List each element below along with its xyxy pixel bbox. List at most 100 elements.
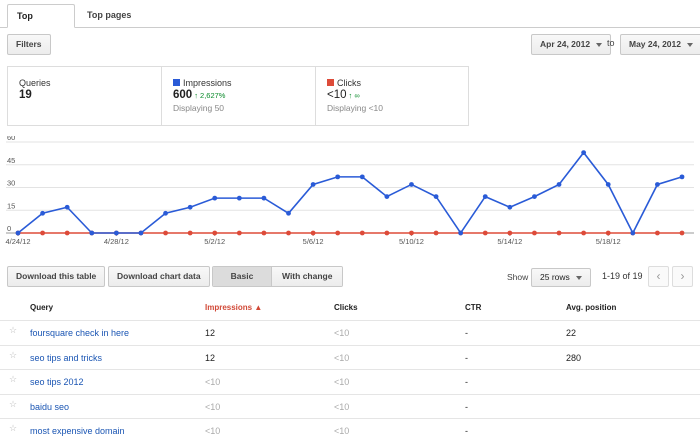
cell-impressions: 12 (205, 328, 216, 338)
filters-button[interactable]: Filters (7, 34, 51, 55)
stat-value: <10 (327, 89, 347, 101)
cell-clicks: <10 (334, 426, 350, 436)
table-header: Query Impressions ▲ Clicks CTR Avg. posi… (0, 296, 700, 320)
tab-top-queries[interactable]: Top queries (7, 4, 75, 43)
query-link[interactable]: seo tips and tricks (30, 353, 102, 363)
query-link[interactable]: seo tips 2012 (30, 377, 84, 387)
basic-view-button[interactable]: Basic (213, 267, 271, 286)
data-point-clicks (359, 230, 365, 236)
cell-impressions: <10 (205, 401, 221, 412)
impressions-legend-swatch (173, 79, 180, 86)
col-avg-position[interactable]: Avg. position (566, 303, 616, 312)
prev-page-icon[interactable]: ‹ (648, 266, 669, 287)
data-point-impressions (163, 210, 168, 216)
chevron-down-icon (596, 42, 603, 47)
query-link[interactable]: most expensive domain (30, 426, 125, 436)
cell-avg-position: 280 (566, 352, 582, 363)
pagination-range: 1-19 of 19 (602, 271, 643, 281)
star-icon[interactable]: ☆ (9, 350, 17, 361)
download-table-button[interactable]: Download this table (7, 266, 106, 287)
data-point-clicks (507, 230, 513, 236)
download-chart-button[interactable]: Download chart data (108, 266, 210, 287)
x-tick-label: 5/2/12 (204, 237, 225, 246)
data-point-clicks (261, 230, 267, 236)
data-point-impressions (581, 150, 587, 156)
col-clicks[interactable]: Clicks (334, 303, 358, 312)
data-point-clicks (64, 230, 70, 236)
data-point-impressions (679, 174, 685, 180)
data-point-clicks (40, 230, 45, 236)
tab-top-pages[interactable]: Top pages (78, 4, 140, 28)
performance-chart: 60 45 30 15 0 4/24/12 4/28/12 5/2/12 5/6/12 5/10/… (0, 136, 700, 248)
query-link[interactable]: baidu seo (30, 402, 69, 412)
date-from-value: Apr 24, 2012 (540, 39, 591, 49)
tab-bar: Top queries Top pages (0, 0, 700, 43)
chart-svg: 60 45 30 15 0 4/24/12 4/28/12 5/2/12 5/6/12 5/10/… (5, 136, 694, 246)
star-icon[interactable]: ☆ (9, 399, 17, 410)
y-tick-label: 15 (7, 201, 15, 210)
data-point-impressions (64, 204, 70, 210)
data-point-impressions (359, 174, 365, 180)
data-point-impressions (384, 194, 390, 199)
data-point-clicks (433, 230, 439, 236)
y-tick-label: 30 (7, 179, 15, 188)
data-point-clicks (482, 230, 488, 236)
table-row: ☆ most expensive domain <10 <10 - (0, 418, 700, 442)
table-row: ☆ seo tips 2012 <10 <10 - (0, 369, 700, 394)
data-point-impressions (605, 182, 611, 187)
data-point-clicks (655, 230, 660, 236)
x-tick-label: 5/10/12 (399, 237, 424, 246)
data-point-clicks (335, 230, 341, 236)
next-page-icon[interactable]: › (672, 266, 693, 287)
data-point-impressions (15, 230, 21, 236)
data-point-clicks (679, 230, 685, 236)
stat-clicks[interactable]: Clicks <10 ↑ ∞ Displaying <10 (316, 67, 470, 125)
data-point-clicks (605, 230, 611, 236)
data-point-impressions (458, 230, 464, 236)
cell-ctr: - (465, 352, 468, 363)
star-icon[interactable]: ☆ (9, 325, 17, 336)
date-to-select[interactable]: May 24, 2012 (620, 34, 700, 55)
star-icon[interactable]: ☆ (9, 374, 17, 385)
data-point-clicks (384, 230, 390, 236)
x-tick-label: 5/6/12 (303, 237, 324, 246)
stat-impressions[interactable]: Impressions 600 ↑ 2,627% Displaying 50 (162, 67, 316, 125)
stat-value: 19 (19, 89, 32, 101)
data-point-clicks (187, 230, 193, 236)
rows-per-page-select[interactable]: 25 rows (531, 268, 591, 287)
cell-clicks: <10 (334, 352, 350, 363)
col-query[interactable]: Query (30, 303, 53, 312)
col-impressions[interactable]: Impressions ▲ (205, 303, 262, 312)
stat-change: ↑ 2,627% (194, 91, 226, 100)
stat-title: Queries (19, 78, 51, 88)
to-label: to (607, 38, 615, 48)
with-change-button[interactable]: With change (271, 267, 343, 286)
data-point-impressions (236, 195, 242, 201)
x-tick-label: 5/14/12 (497, 237, 522, 246)
cell-clicks: <10 (334, 401, 350, 412)
stat-title: Impressions (183, 78, 232, 88)
data-point-impressions (433, 194, 439, 199)
x-tick-label: 4/28/12 (104, 237, 129, 246)
date-to-value: May 24, 2012 (629, 39, 681, 49)
data-point-clicks (310, 230, 316, 236)
data-point-impressions (655, 182, 660, 187)
data-point-clicks (532, 230, 537, 236)
cell-ctr: - (465, 328, 468, 338)
data-point-impressions (630, 230, 636, 236)
cell-clicks: <10 (334, 328, 350, 338)
query-link[interactable]: foursquare check in here (30, 328, 129, 338)
x-tick-label: 4/24/12 (5, 237, 30, 246)
data-point-impressions (556, 182, 562, 187)
summary-stats: Queries 19 Impressions 600 ↑ 2,627% Displ… (7, 66, 469, 126)
data-point-impressions (310, 182, 316, 187)
data-point-impressions (212, 195, 218, 201)
data-point-impressions (187, 204, 193, 210)
data-point-impressions (113, 230, 119, 236)
date-from-select[interactable]: Apr 24, 2012 (531, 34, 612, 55)
star-icon[interactable]: ☆ (9, 423, 17, 434)
data-point-clicks (556, 230, 562, 236)
show-label: Show (507, 272, 529, 282)
data-point-impressions (507, 204, 513, 210)
col-ctr[interactable]: CTR (465, 303, 481, 312)
